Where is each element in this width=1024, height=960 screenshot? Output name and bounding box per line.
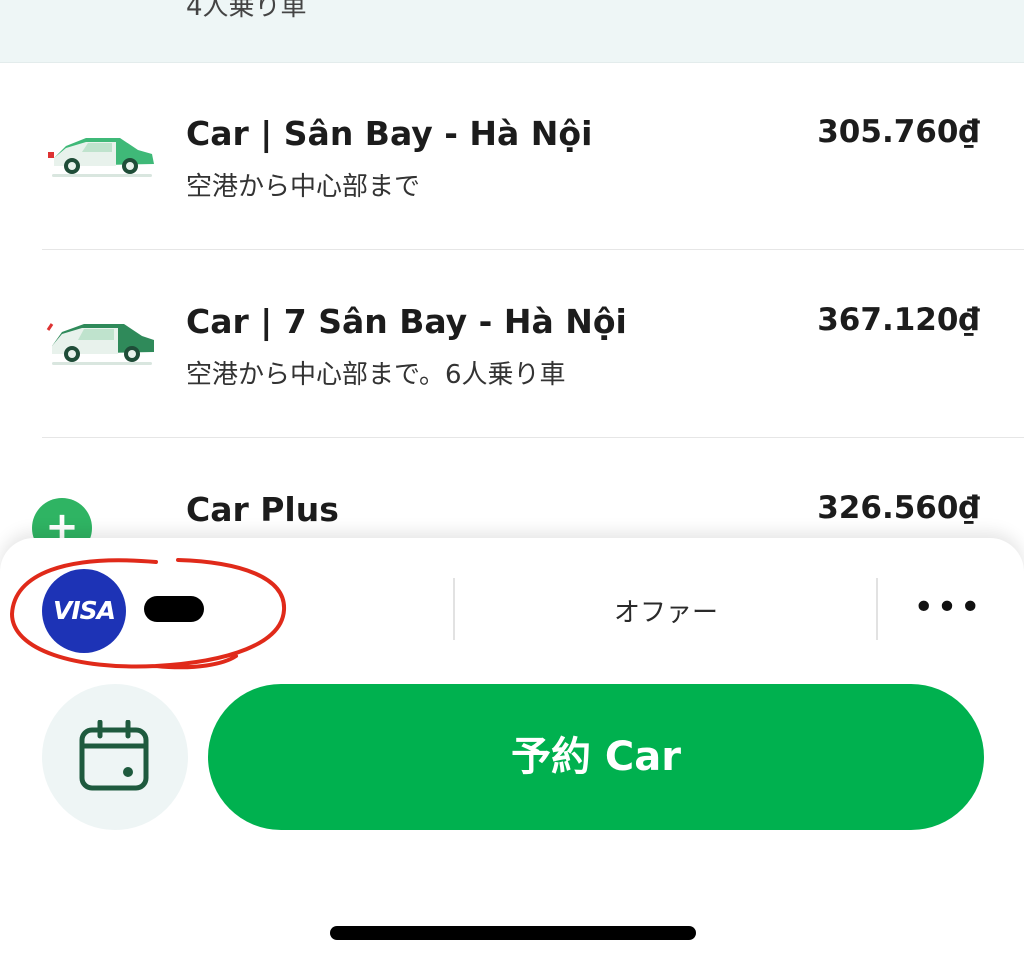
calendar-icon [79,720,149,791]
schedule-button[interactable] [42,684,188,830]
service-price: 305.760₫ [817,114,980,150]
separator [453,578,455,640]
redacted-card-number [144,596,204,622]
previous-option-partial[interactable]: 4人乗り車 [0,0,1024,63]
service-option-car-plus[interactable]: Car Plus 326.560₫ [0,438,1024,538]
service-option-car-7-seat[interactable]: Car | 7 Sân Bay - Hà Nội 空港から中心部まで。6人乗り車… [0,250,1024,438]
booking-sheet: VISA オファー ••• 予約 Car [0,538,1024,960]
previous-option-text: 4人乗り車 [186,0,307,22]
visa-card-icon: VISA [42,569,126,653]
car-7-seat-icon [46,323,154,365]
service-description: 空港から中心部まで。6人乗り車 [186,360,566,390]
service-price: 326.560₫ [817,490,980,526]
service-name: Car | 7 Sân Bay - Hà Nội [186,302,627,341]
home-indicator [330,926,696,940]
more-options-icon[interactable]: ••• [908,580,988,636]
offers-button[interactable]: オファー [456,592,876,629]
service-price: 367.120₫ [817,302,980,338]
book-car-button[interactable]: 予約 Car [208,684,984,830]
service-name: Car | Sân Bay - Hà Nội [186,114,593,153]
payment-row: VISA オファー ••• [0,538,1024,678]
service-name: Car Plus [186,490,339,529]
service-option-car-airport[interactable]: Car | Sân Bay - Hà Nội 空港から中心部まで 305.760… [0,62,1024,250]
car-icon [48,138,154,177]
service-description: 空港から中心部まで [186,172,421,202]
separator [876,578,878,640]
